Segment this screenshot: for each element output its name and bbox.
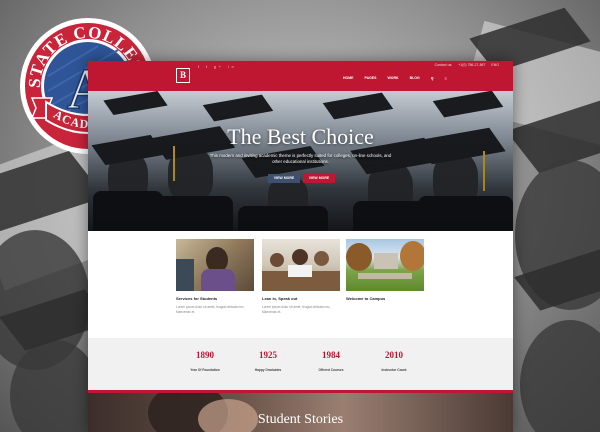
main-nav: HOME PAGES WORK BLOG ⚲ ≡ [343, 76, 447, 81]
stats-section: 1890 Year Of Foundation 1925 Happy Gradu… [88, 338, 513, 390]
stat-item: 1925 Happy Graduates [238, 350, 298, 372]
stat-label: Happy Graduates [254, 368, 282, 372]
card-image-campus [346, 239, 424, 291]
language-select[interactable]: ENG [491, 63, 499, 67]
card-title: Lean in, Speak out [262, 296, 298, 301]
hero-title: The Best Choice [227, 124, 374, 149]
nav-item-work[interactable]: WORK [388, 76, 399, 81]
nav-item-home[interactable]: HOME [343, 76, 354, 81]
hero-description: This modern and inviting academic theme … [209, 153, 392, 164]
stat-item: 1890 Year Of Foundation [175, 350, 235, 372]
stat-number: 2010 [385, 350, 403, 360]
card-title: Welcome to Campus [346, 296, 386, 301]
social-icons[interactable]: f t g+ in [198, 65, 237, 69]
stat-number: 1925 [259, 350, 277, 360]
header-bar: Contact us: +1(0) 786-27-867 ENG f t g+ … [88, 61, 513, 91]
menu-icon[interactable]: ≡ [445, 76, 447, 81]
search-icon[interactable]: ⚲ [431, 76, 434, 81]
nav-item-blog[interactable]: BLOG [410, 76, 420, 81]
stat-item: 1984 Offered Courses [301, 350, 361, 372]
website-preview: Contact us: +1(0) 786-27-867 ENG f t g+ … [88, 61, 513, 432]
stories-section: Student Stories [88, 393, 513, 432]
stat-label: Instructor Count [381, 368, 407, 372]
card-title: Services for Students [176, 296, 218, 301]
card-campus[interactable]: Welcome to Campus [346, 239, 424, 301]
view-more-button-secondary[interactable]: VIEW MORE [303, 174, 335, 183]
hero-banner: The Best Choice This modern and inviting… [88, 91, 513, 231]
stat-number: 1890 [196, 350, 214, 360]
stat-label: Year Of Foundation [190, 368, 220, 372]
stat-item: 2010 Instructor Count [364, 350, 424, 372]
contact-label: Contact us: [434, 63, 453, 67]
card-services[interactable]: Services for Students Lorem ipsum dolor … [176, 239, 254, 314]
stories-title: Student Stories [257, 412, 344, 427]
card-image-students [176, 239, 254, 291]
site-logo[interactable]: B [176, 68, 190, 83]
nav-item-pages[interactable]: PAGES [365, 76, 377, 81]
card-image-classroom [262, 239, 340, 291]
view-more-button[interactable]: VIEW MORE [268, 174, 300, 183]
contact-phone[interactable]: +1(0) 786-27-867 [458, 63, 485, 67]
stat-label: Offered Courses [318, 368, 344, 372]
card-text: Lorem ipsum dolor sit amet, feugiat deli… [176, 305, 245, 314]
contact-info: Contact us: +1(0) 786-27-867 ENG [430, 63, 499, 67]
card-text: Lorem ipsum dolor sit amet, feugiat deli… [262, 305, 331, 314]
card-lean-in[interactable]: Lean in, Speak out Lorem ipsum dolor sit… [262, 239, 340, 314]
stat-number: 1984 [322, 350, 340, 360]
